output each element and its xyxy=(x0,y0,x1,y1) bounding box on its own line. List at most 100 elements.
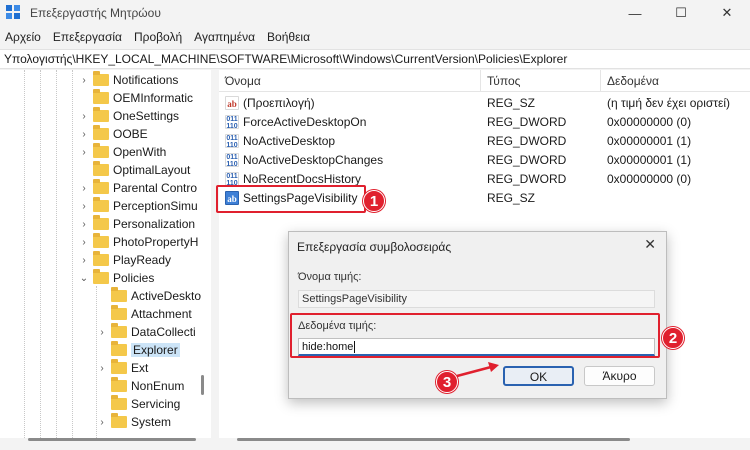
value-type: REG_DWORD xyxy=(487,153,567,167)
tree-item[interactable]: › Personalization xyxy=(78,215,195,233)
column-data-header[interactable]: Δεδομένα xyxy=(607,74,659,88)
string-value-icon: ab xyxy=(225,96,239,110)
value-type: REG_DWORD xyxy=(487,134,567,148)
folder-icon xyxy=(93,269,109,284)
folder-icon xyxy=(93,107,109,122)
tree-item[interactable]: › System xyxy=(96,413,171,431)
minimize-button[interactable]: — xyxy=(612,0,658,26)
tree-item-label: OpenWith xyxy=(113,145,167,159)
chevron-icon[interactable]: › xyxy=(78,237,90,248)
value-name: (Προεπιλογή) xyxy=(243,96,315,110)
dialog-title: Επεξεργασία συμβολοσειράς xyxy=(297,240,452,254)
tree-item[interactable]: › Notifications xyxy=(78,71,178,89)
value-row[interactable]: 011 110 NoActiveDesktopChanges REG_DWORD 0x0… xyxy=(219,151,750,170)
tree-horizontal-scrollbar[interactable] xyxy=(28,438,196,441)
cancel-button[interactable]: Άκυρο xyxy=(584,366,655,386)
dialog-close-icon[interactable]: ✕ xyxy=(644,236,656,253)
tree-item[interactable]: Explorer xyxy=(96,341,180,359)
step-badge-2: 2 xyxy=(662,327,684,349)
chevron-icon[interactable]: ⌄ xyxy=(78,273,90,284)
arrow-icon xyxy=(456,362,499,378)
folder-icon xyxy=(111,413,127,428)
value-row[interactable]: 011 110 ForceActiveDesktopOn REG_DWORD 0x000… xyxy=(219,113,750,132)
tree-item[interactable]: OEMInformatic xyxy=(78,89,193,107)
tree-item[interactable]: › OneSettings xyxy=(78,107,179,125)
chevron-icon[interactable]: › xyxy=(96,327,108,338)
tree-item[interactable]: › PerceptionSimu xyxy=(78,197,198,215)
address-bar[interactable]: Υπολογιστής\HKEY_LOCAL_MACHINE\SOFTWARE\… xyxy=(0,49,750,69)
tree-item[interactable]: OptimalLayout xyxy=(78,161,190,179)
registry-tree[interactable]: › Notifications OEMInformatic › OneSettings ›… xyxy=(0,70,211,438)
chevron-icon[interactable]: › xyxy=(78,201,90,212)
tree-item-label: Attachment xyxy=(131,307,192,321)
tree-item[interactable]: › PhotoPropertyH xyxy=(78,233,198,251)
menu-help[interactable]: Βοήθεια xyxy=(261,30,316,44)
tree-item[interactable]: NonEnum xyxy=(96,377,184,395)
chevron-icon[interactable]: › xyxy=(78,255,90,266)
folder-icon xyxy=(93,233,109,248)
menu-bar: Αρχείο Επεξεργασία Προβολή Αγαπημένα Βοή… xyxy=(0,28,316,46)
tree-item[interactable]: Servicing xyxy=(96,395,180,413)
chevron-icon[interactable]: › xyxy=(78,219,90,230)
dword-value-icon: 011 110 xyxy=(225,172,239,187)
chevron-icon[interactable]: › xyxy=(78,183,90,194)
folder-icon xyxy=(93,251,109,266)
dword-value-icon: 011 110 xyxy=(225,115,239,130)
folder-icon xyxy=(111,341,127,356)
value-type: REG_DWORD xyxy=(487,172,567,186)
tree-item-label: Ext xyxy=(131,361,149,375)
value-name-label: Όνομα τιμής: xyxy=(298,271,362,283)
chevron-icon[interactable]: › xyxy=(96,363,108,374)
value-type: REG_SZ xyxy=(487,96,536,110)
tree-item[interactable]: › OOBE xyxy=(78,125,148,143)
column-type-header[interactable]: Τύπος xyxy=(487,74,520,88)
folder-icon xyxy=(111,305,127,320)
tree-item-label: ActiveDeskto xyxy=(131,289,202,303)
tree-item[interactable]: › Ext xyxy=(96,359,148,377)
list-horizontal-scrollbar[interactable] xyxy=(237,438,630,441)
value-row[interactable]: 011 110 NoActiveDesktop REG_DWORD 0x00000001… xyxy=(219,132,750,151)
tree-item-label: Parental Contro xyxy=(113,181,198,195)
chevron-icon[interactable]: › xyxy=(78,111,90,122)
value-row[interactable]: ab (Προεπιλογή) REG_SZ (η τιμή δεν έχει ορι… xyxy=(219,94,750,113)
tree-item-label: PlayReady xyxy=(113,253,172,267)
tree-item[interactable]: › Parental Contro xyxy=(78,179,197,197)
tree-item-label: NonEnum xyxy=(131,379,185,393)
chevron-icon[interactable]: › xyxy=(78,129,90,140)
tree-vertical-scrollbar[interactable] xyxy=(201,375,204,395)
tree-item-label: Explorer xyxy=(131,343,180,357)
menu-file[interactable]: Αρχείο xyxy=(0,30,47,44)
tree-item[interactable]: ⌄ Policies xyxy=(78,269,154,287)
folder-icon xyxy=(111,395,127,410)
chevron-icon[interactable]: › xyxy=(78,75,90,86)
maximize-button[interactable]: ☐ xyxy=(658,0,704,26)
dword-value-icon: 011 110 xyxy=(225,153,239,168)
tree-item[interactable]: › OpenWith xyxy=(78,143,166,161)
value-name: NoActiveDesktopChanges xyxy=(243,153,384,167)
step-badge-1: 1 xyxy=(363,190,385,212)
tree-item[interactable]: Attachment xyxy=(96,305,192,323)
menu-favorites[interactable]: Αγαπημένα xyxy=(188,30,261,44)
value-data: 0x00000001 (1) xyxy=(607,153,692,167)
tree-item-label: Servicing xyxy=(131,397,181,411)
value-data: (η τιμή δεν έχει οριστεί) xyxy=(607,96,731,110)
regedit-app-icon xyxy=(6,5,22,21)
tree-item[interactable]: › DataCollecti xyxy=(96,323,196,341)
folder-icon xyxy=(93,143,109,158)
close-window-button[interactable]: ✕ xyxy=(704,0,750,26)
chevron-icon[interactable]: › xyxy=(96,417,108,428)
ok-button[interactable]: OK xyxy=(503,366,574,386)
folder-icon xyxy=(93,197,109,212)
value-type: REG_DWORD xyxy=(487,115,567,129)
menu-edit[interactable]: Επεξεργασία xyxy=(47,30,128,44)
tree-item-label: Notifications xyxy=(113,73,179,87)
chevron-icon[interactable]: › xyxy=(78,147,90,158)
tree-item[interactable]: ActiveDeskto xyxy=(96,287,201,305)
column-name-header[interactable]: Όνομα xyxy=(225,74,261,88)
value-data: 0x00000001 (1) xyxy=(607,134,692,148)
tree-item-label: Personalization xyxy=(113,217,196,231)
pane-splitter[interactable] xyxy=(211,70,219,450)
menu-view[interactable]: Προβολή xyxy=(128,30,188,44)
highlight-box-data xyxy=(290,313,660,358)
tree-item[interactable]: › PlayReady xyxy=(78,251,171,269)
